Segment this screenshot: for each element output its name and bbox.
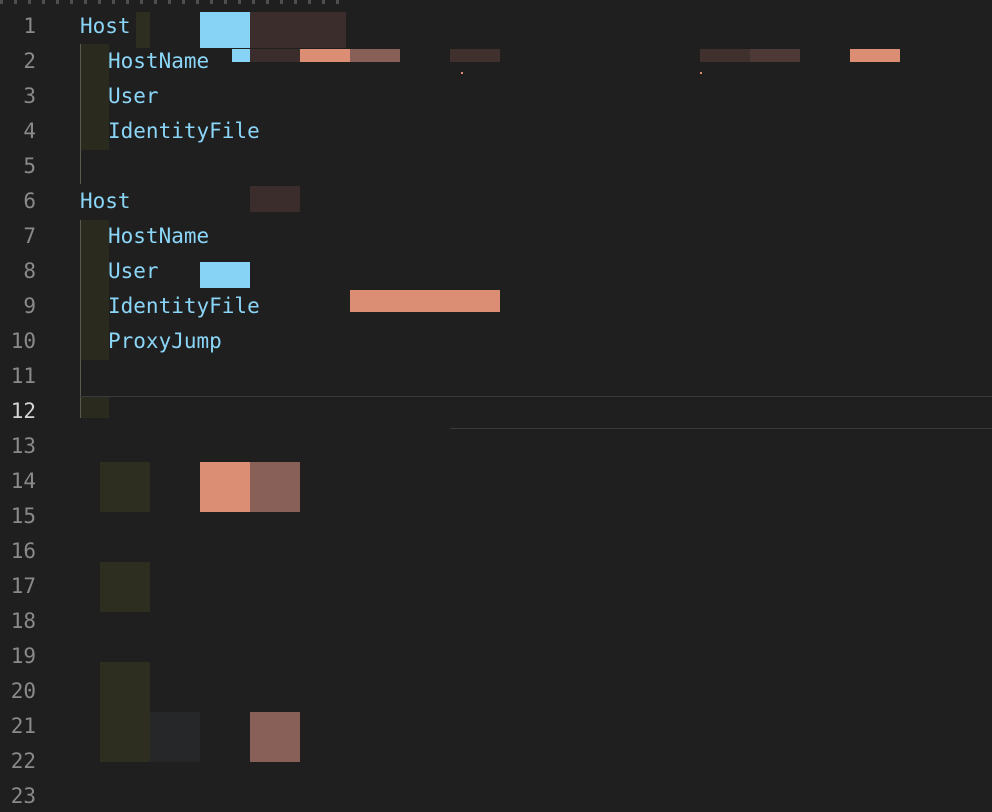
line-number: 5 xyxy=(23,154,36,178)
code-editor[interactable]: 1 Host 2 HostName 3 User 4 IdentityFile … xyxy=(0,0,992,812)
code-line[interactable]: 6 Host xyxy=(0,184,992,218)
code-line-active[interactable]: 12 xyxy=(0,394,992,428)
code-line[interactable]: 18 xyxy=(0,604,992,638)
code-line[interactable]: 17 xyxy=(0,569,992,603)
line-number: 7 xyxy=(23,224,36,248)
line-number: 22 xyxy=(10,749,36,773)
code-line[interactable]: 8 User xyxy=(0,254,992,288)
code-line[interactable]: 21 xyxy=(0,709,992,743)
line-number: 3 xyxy=(23,84,36,108)
ssh-keyword: Host xyxy=(80,14,131,38)
code-line[interactable]: 13 xyxy=(0,429,992,463)
ssh-keyword: Host xyxy=(80,189,131,213)
line-number: 8 xyxy=(23,259,36,283)
line-number: 10 xyxy=(10,329,36,353)
code-line[interactable]: 20 xyxy=(0,674,992,708)
line-number: 11 xyxy=(10,364,36,388)
line-number: 23 xyxy=(10,784,36,808)
line-number: 2 xyxy=(23,49,36,73)
code-line[interactable]: 10 ProxyJump xyxy=(0,324,992,358)
code-line[interactable]: 7 HostName xyxy=(0,219,992,253)
code-line[interactable]: 15 xyxy=(0,499,992,533)
line-number: 18 xyxy=(10,609,36,633)
line-number: 19 xyxy=(10,644,36,668)
line-number: 4 xyxy=(23,119,36,143)
ssh-keyword: HostName xyxy=(108,49,210,73)
line-number: 20 xyxy=(10,679,36,703)
line-number: 17 xyxy=(10,574,36,598)
ssh-keyword: User xyxy=(108,259,159,283)
line-number: 1 xyxy=(23,14,36,38)
code-line[interactable]: 23 xyxy=(0,779,992,812)
line-number: 15 xyxy=(10,504,36,528)
line-number: 6 xyxy=(23,189,36,213)
code-line[interactable]: 2 HostName xyxy=(0,44,992,78)
code-line[interactable]: 14 xyxy=(0,464,992,498)
ssh-keyword: IdentityFile xyxy=(108,294,260,318)
line-number: 16 xyxy=(10,539,36,563)
code-line[interactable]: 3 User xyxy=(0,79,992,113)
code-line[interactable]: 19 xyxy=(0,639,992,673)
code-line[interactable]: 1 Host xyxy=(0,9,992,43)
line-number-active: 12 xyxy=(10,399,36,423)
breadcrumb xyxy=(0,0,992,6)
code-line[interactable]: 11 xyxy=(0,359,992,393)
code-line[interactable]: 22 xyxy=(0,744,992,778)
line-number: 21 xyxy=(10,714,36,738)
line-number: 13 xyxy=(10,434,36,458)
code-line[interactable]: 9 IdentityFile xyxy=(0,289,992,323)
code-line[interactable]: 4 IdentityFile xyxy=(0,114,992,148)
line-number: 9 xyxy=(23,294,36,318)
ssh-keyword: ProxyJump xyxy=(108,329,222,353)
code-line[interactable]: 5 xyxy=(0,149,992,183)
ssh-keyword: User xyxy=(108,84,159,108)
ssh-keyword: HostName xyxy=(108,224,210,248)
line-number: 14 xyxy=(10,469,36,493)
ssh-keyword: IdentityFile xyxy=(108,119,260,143)
code-line[interactable]: 16 xyxy=(0,534,992,568)
